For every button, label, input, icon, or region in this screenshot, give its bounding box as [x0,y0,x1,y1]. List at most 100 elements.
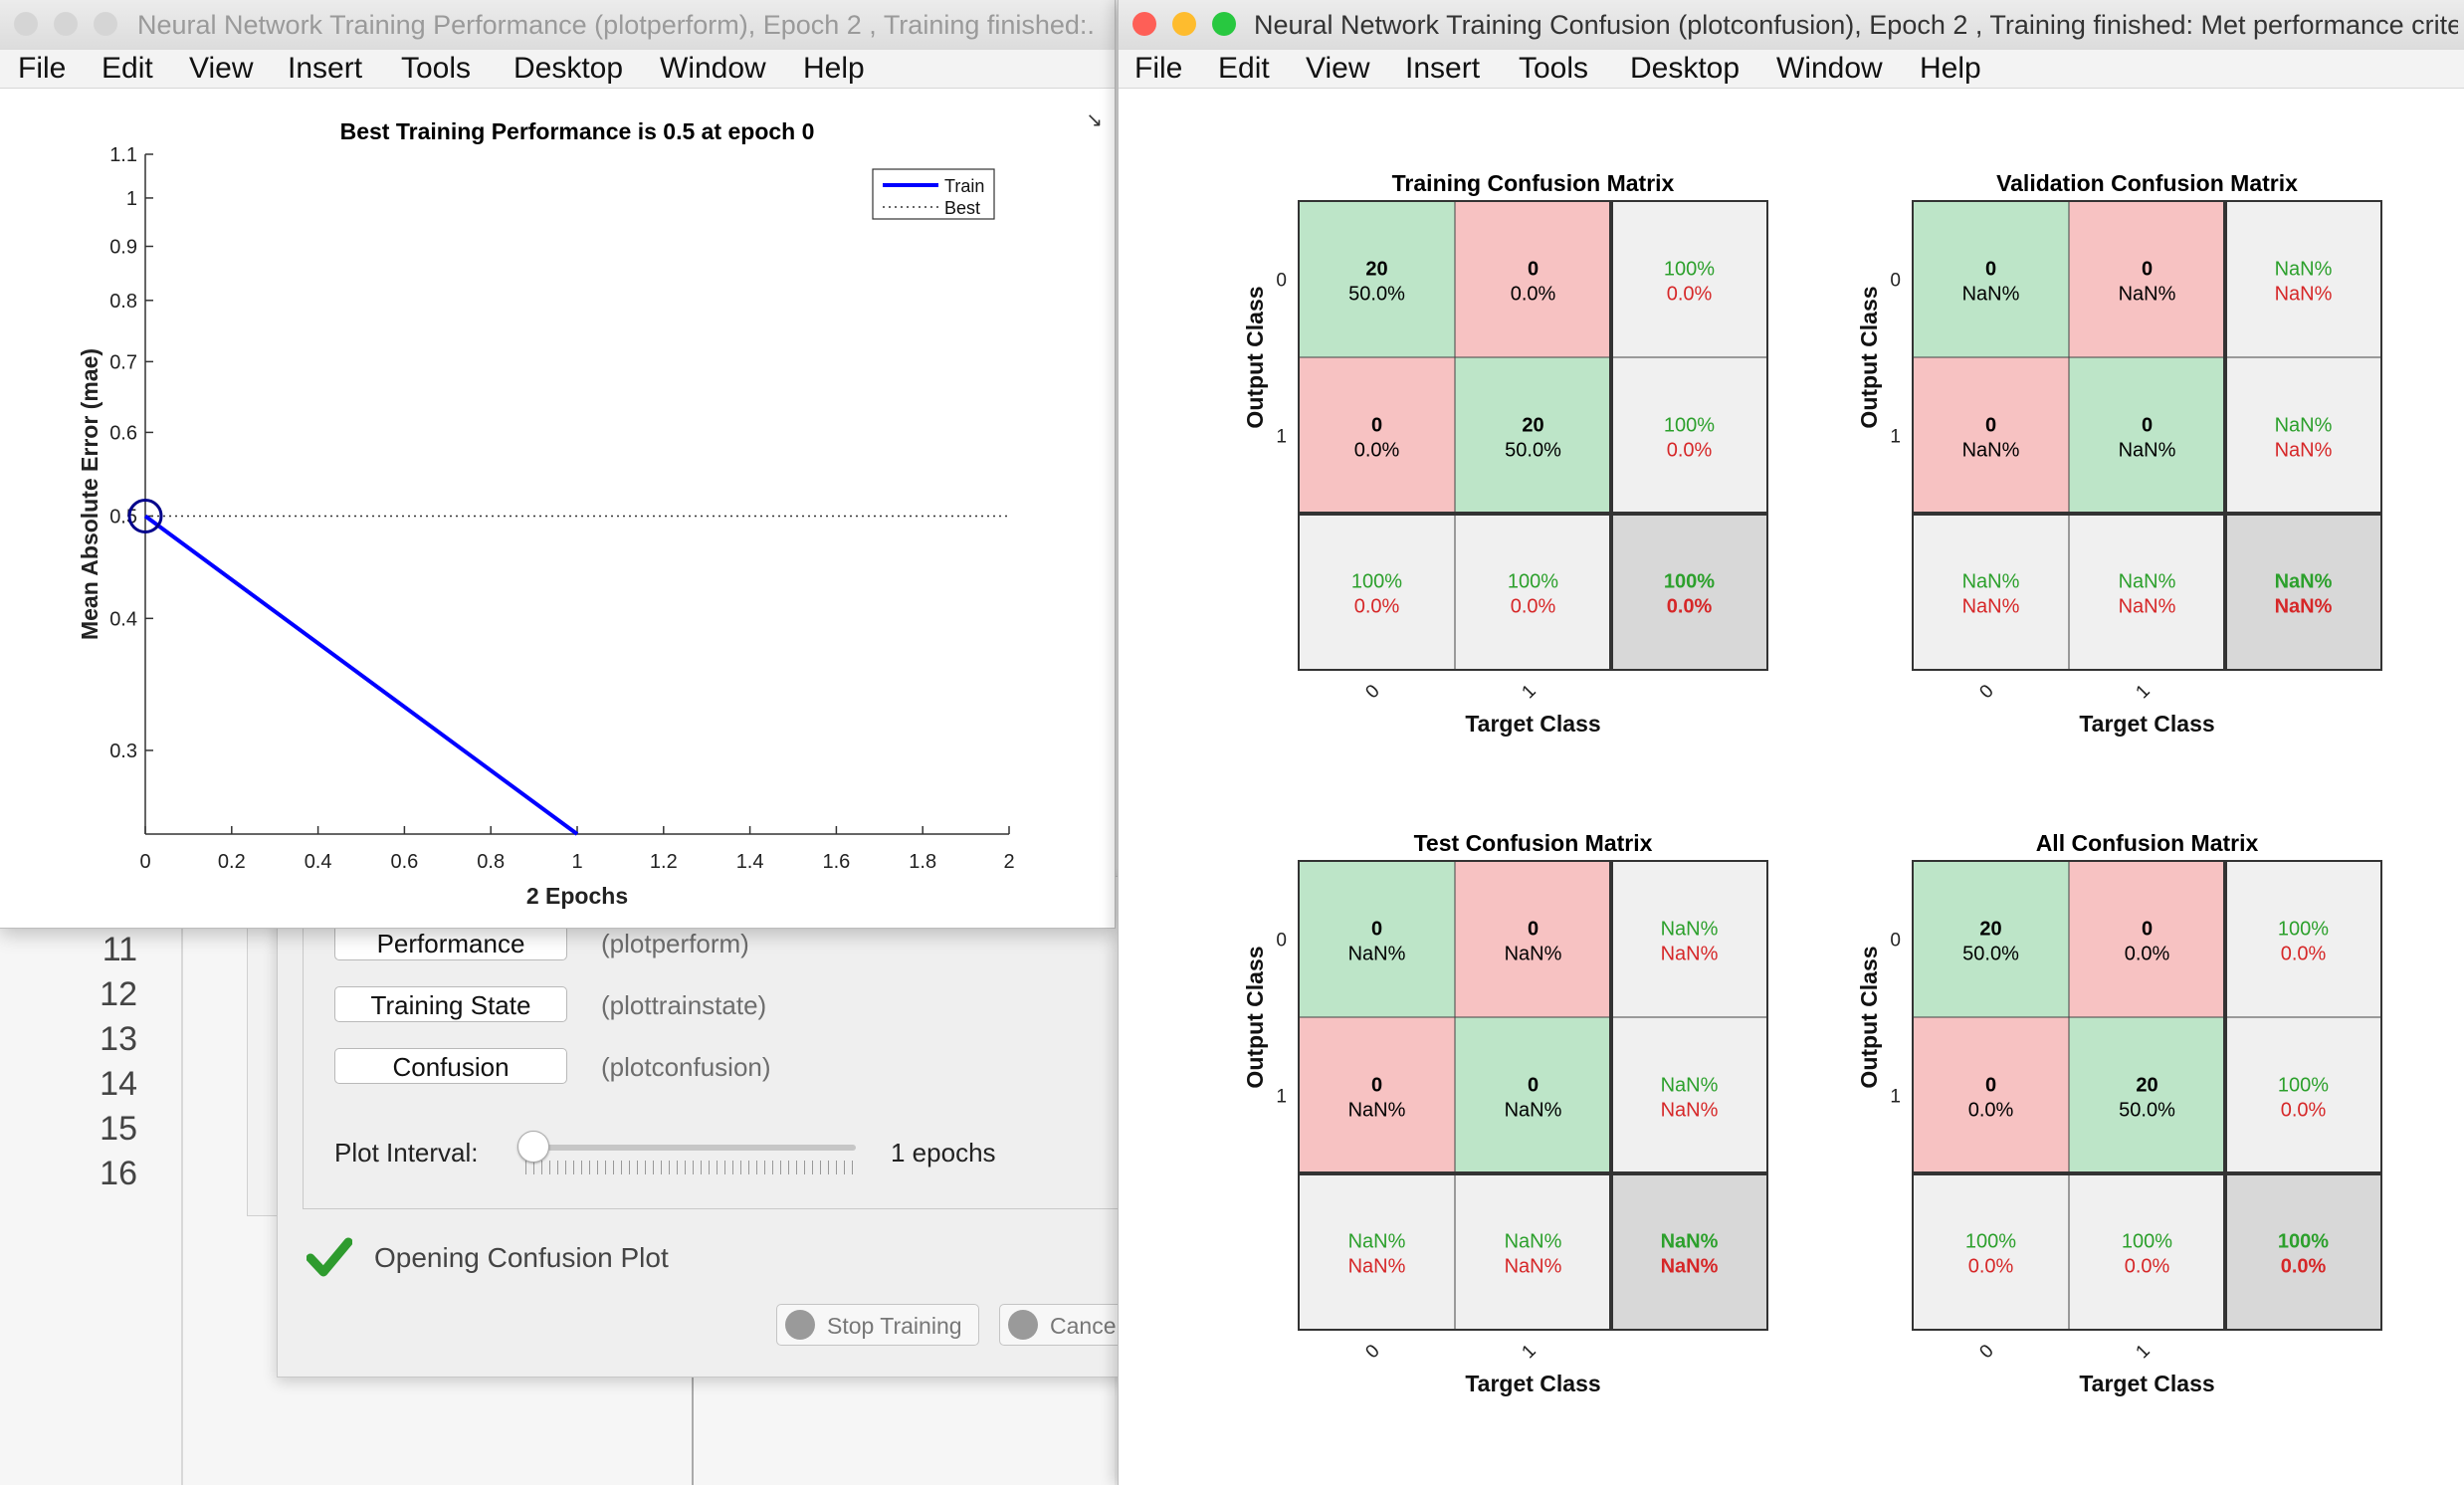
column-summary-cell-bottom-text: 0.0% [1354,596,1400,618]
cancel-button[interactable]: Cance [999,1304,1129,1346]
minimize-icon[interactable] [1172,12,1196,36]
line-number: 13 [100,1020,137,1058]
line-number: 12 [100,975,137,1013]
target-class-tick: 1 [1518,1341,1540,1363]
total-cell-bottom-text: 0.0% [2281,1256,2327,1278]
matrix-cell-bottom-text: 50.0% [1962,944,2019,965]
matrix-cell-bottom-text: 0.0% [1968,1100,2014,1122]
menu-tools[interactable]: Tools [401,52,471,86]
maximize-icon[interactable] [1212,12,1236,36]
menu-insert[interactable]: Insert [288,52,362,86]
conf-menubar: File Edit View Insert Tools Desktop Wind… [1119,50,2464,89]
menu-desktop[interactable]: Desktop [513,52,623,86]
performance-chart: 0 0.2 0.4 0.6 0.8 1 1.2 1.4 1.6 1.8 20.30.40.50.60… [77,118,1015,909]
output-class-tick: 0 [1276,271,1287,292]
menu-help[interactable]: Help [803,52,865,86]
confusion-plot-button[interactable]: Confusion [334,1048,567,1084]
menu-insert[interactable]: Insert [1405,52,1480,86]
column-summary-cell-top-text: 100% [1351,571,1402,593]
confusion-charts: Training Confusion Matrix2050.0%00.0%100… [1242,170,2382,1396]
conf-titlebar[interactable]: Neural Network Training Confusion (plotc… [1119,0,2464,51]
target-class-label: Target Class [1465,1371,1600,1396]
plot-interval-slider-track[interactable] [525,1145,856,1151]
matrix-cell-bottom-text: NaN% [1505,1100,1562,1122]
row-summary-cell-top-text: NaN% [1661,919,1719,941]
menu-window[interactable]: Window [660,52,766,86]
x-tick-label: 0.6 [390,851,418,873]
line-number: 15 [100,1110,137,1148]
output-class-tick: 1 [1276,1087,1287,1108]
x-tick-label: 2 [1003,851,1014,873]
column-summary-cell-top-text: 100% [1965,1231,2016,1253]
output-class-tick: 1 [1276,427,1287,448]
close-icon[interactable] [1132,12,1156,36]
matrix-cell-top-text: 0 [2142,415,2153,437]
row-summary-cell-bottom-text: 0.0% [1667,440,1713,462]
matrix-cell-top-text: 20 [2136,1075,2157,1097]
row-summary-cell-top-text: NaN% [1661,1075,1719,1097]
matrix-cell-bottom-text: 50.0% [1348,284,1405,306]
checkmark-icon [307,1237,352,1277]
confusion-plot-window: Neural Network Training Confusion (plotc… [1118,0,2464,1485]
conf-window-title: Neural Network Training Confusion (plotc… [1254,10,2458,40]
performance-plot-button[interactable]: Performance [334,925,567,960]
matrix-cell-top-text: 0 [1371,1075,1382,1097]
target-class-tick: 0 [1975,1341,1997,1363]
menu-window[interactable]: Window [1776,52,1883,86]
menu-edit[interactable]: Edit [1218,52,1270,86]
y-tick-label: 1 [126,188,137,210]
confusion-matrix: Training Confusion Matrix2050.0%00.0%100… [1242,170,1768,737]
menu-view[interactable]: View [189,52,253,86]
column-summary-cell-bottom-text: NaN% [1348,1256,1406,1278]
total-cell-top-text: 100% [1664,571,1715,593]
menu-tools[interactable]: Tools [1519,52,1588,86]
x-tick-label: 1 [571,851,582,873]
matrix-cell-bottom-text: 50.0% [2119,1100,2175,1122]
matrix-cell-top-text: 0 [1371,919,1382,941]
row-summary-cell-top-text: 100% [2278,919,2329,941]
training-state-plot-button[interactable]: Training State [334,986,567,1022]
column-summary-cell-top-text: 100% [2122,1231,2172,1253]
menu-help[interactable]: Help [1920,52,1981,86]
matrix-cell-bottom-text: 50.0% [1505,440,1561,462]
minimize-icon[interactable] [54,12,78,36]
matrix-cell-top-text: 0 [2142,919,2153,941]
perf-window-title: Neural Network Training Performance (plo… [137,10,1093,40]
plot-interval-slider-thumb[interactable] [517,1131,549,1163]
matrix-cell-bottom-text: NaN% [1348,1100,1406,1122]
menu-view[interactable]: View [1306,52,1369,86]
menu-edit[interactable]: Edit [102,52,153,86]
stop-icon [785,1310,815,1340]
cancel-icon [1008,1310,1038,1340]
confusion-matrix: Test Confusion Matrix 0 NaN% 0 NaN% NaN% NaN% 0… [1242,830,1768,1396]
column-summary-cell-bottom-text: 0.0% [1968,1256,2014,1278]
performance-plot-window: Neural Network Training Performance (plo… [0,0,1116,929]
total-cell-bottom-text: NaN% [2275,596,2333,618]
stop-training-label: Stop Training [827,1313,962,1339]
row-summary-cell-bottom-text: 0.0% [2281,1100,2327,1122]
row-summary-cell-bottom-text: NaN% [2275,440,2333,462]
axes-background [145,154,1009,834]
matrix-cell-bottom-text: 0.0% [1511,284,1556,306]
menu-file[interactable]: File [18,52,66,86]
total-cell-top-text: 100% [2278,1231,2329,1253]
perf-titlebar[interactable]: Neural Network Training Performance (plo… [0,0,1115,51]
perf-menubar: File Edit View Insert Tools Desktop Wind… [0,50,1115,131]
legend-train-label: Train [944,176,984,196]
matrix-cell-top-text: 0 [1528,919,1539,941]
x-tick-label: 1.2 [650,851,678,873]
target-class-tick: 0 [1361,1341,1383,1363]
close-icon[interactable] [14,12,38,36]
target-class-tick: 0 [1361,681,1383,703]
output-class-tick: 0 [1890,931,1901,952]
stop-training-button[interactable]: Stop Training [776,1304,979,1346]
x-tick-label: 1.6 [822,851,850,873]
row-summary-cell-bottom-text: NaN% [1661,944,1719,965]
x-tick-label: 0 [139,851,150,873]
row-summary-cell-bottom-text: NaN% [1661,1100,1719,1122]
plot-interval-slider-ticks [525,1161,856,1174]
maximize-icon[interactable] [94,12,117,36]
status-message: Opening Confusion Plot [374,1242,669,1273]
menu-file[interactable]: File [1134,52,1182,86]
menu-desktop[interactable]: Desktop [1630,52,1740,86]
